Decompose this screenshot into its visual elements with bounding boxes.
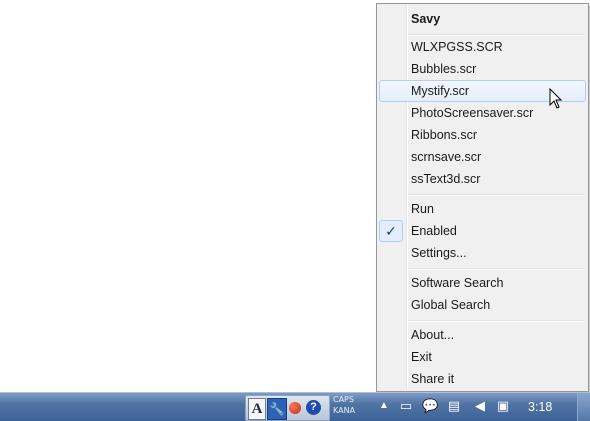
help-icon[interactable]: ? <box>306 400 321 415</box>
menu-separator <box>408 194 585 196</box>
network-icon[interactable]: ▣ <box>495 398 511 414</box>
menu-item-sstext3d[interactable]: ssText3d.scr <box>379 168 586 190</box>
menu-item-scrnsave[interactable]: scrnsave.scr <box>379 146 586 168</box>
menu-item-settings[interactable]: Settings... <box>379 242 586 264</box>
menu-item-wlxpgss[interactable]: WLXPGSS.SCR <box>379 36 586 58</box>
caps-label: CAPS <box>333 395 354 404</box>
menu-item-enabled[interactable]: Enabled <box>379 220 586 242</box>
show-hidden-icons-icon[interactable]: ▲ <box>379 400 389 411</box>
monitor-icon[interactable]: ▭ <box>398 398 414 414</box>
context-menu: Savy WLXPGSS.SCR Bubbles.scr Mystify.scr… <box>376 3 589 392</box>
clock[interactable]: 3:18 <box>528 393 552 421</box>
mouse-cursor-icon <box>549 88 563 109</box>
menu-separator <box>408 320 585 322</box>
language-bar[interactable]: A 🔧 ? <box>245 395 330 421</box>
menu-item-ribbons[interactable]: Ribbons.scr <box>379 124 586 146</box>
caps-kana-indicator: CAPS KANA <box>333 394 355 416</box>
tools-icon[interactable]: 🔧 <box>267 398 287 420</box>
input-mode-button[interactable]: A <box>248 398 266 420</box>
menu-item-share[interactable]: Share it <box>379 368 586 390</box>
menu-item-about[interactable]: About... <box>379 324 586 346</box>
menu-item-exit[interactable]: Exit <box>379 346 586 368</box>
taskbar: A 🔧 ? CAPS KANA ▲ ▭ 💬 ▤ ◀ ▣ 3:18 <box>0 392 590 421</box>
kana-label: KANA <box>333 406 356 415</box>
menu-item-global-search[interactable]: Global Search <box>379 294 586 316</box>
clipboard-icon[interactable]: ▤ <box>446 398 462 414</box>
menu-item-bubbles[interactable]: Bubbles.scr <box>379 58 586 80</box>
ime-pad-icon[interactable] <box>289 402 301 414</box>
menu-item-software-search[interactable]: Software Search <box>379 272 586 294</box>
volume-icon[interactable]: ◀ <box>472 398 488 414</box>
show-desktop-button[interactable] <box>577 393 590 421</box>
menu-item-run[interactable]: Run <box>379 198 586 220</box>
speech-bubble-icon[interactable]: 💬 <box>422 398 438 414</box>
menu-title: Savy <box>411 12 441 26</box>
menu-separator <box>408 268 585 270</box>
